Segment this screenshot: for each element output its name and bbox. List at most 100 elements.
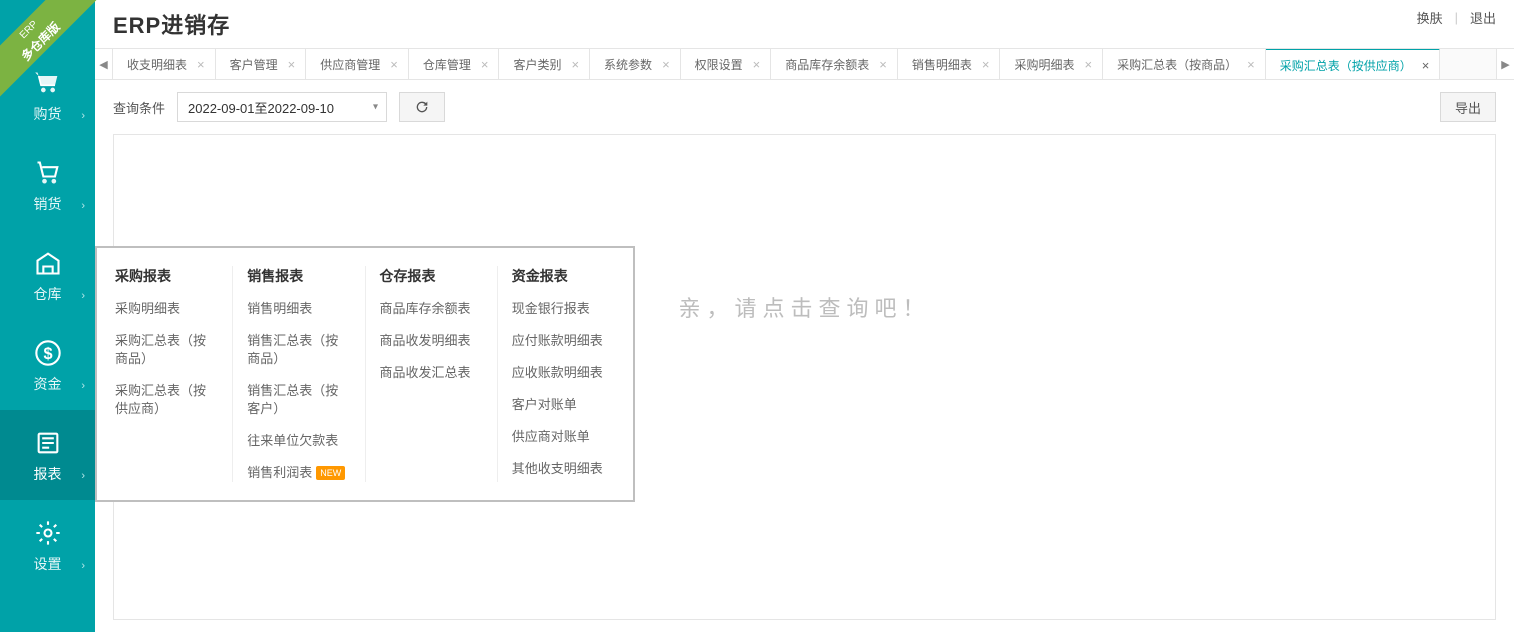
chevron-right-icon: ›: [81, 110, 85, 122]
tab-2[interactable]: 供应商管理×: [306, 49, 409, 79]
tab-label: 采购汇总表（按商品）: [1117, 56, 1237, 73]
tab-8[interactable]: 销售明细表 ×: [898, 49, 1001, 79]
sidebar-item-warehouse[interactable]: 仓库 ›: [0, 230, 95, 320]
date-range-picker[interactable]: 2022-09-01至2022-09-10 ▾: [177, 92, 387, 122]
flyout-item[interactable]: 销售汇总表（按客户）: [247, 382, 350, 418]
flyout-item-label: 应收账款明细表: [512, 364, 603, 382]
topbar: ERP进销存 换肤 | 退出: [95, 0, 1514, 48]
tab-5[interactable]: 系统参数×: [590, 49, 681, 79]
flyout-title: 仓存报表: [380, 266, 483, 286]
flyout-item[interactable]: 其他收支明细表: [512, 460, 615, 478]
tab-9[interactable]: 采购明细表×: [1000, 49, 1103, 79]
close-icon[interactable]: ×: [1085, 58, 1093, 71]
flyout-item[interactable]: 往来单位欠款表: [247, 432, 350, 450]
close-icon[interactable]: ×: [571, 58, 579, 71]
tab-11[interactable]: 采购汇总表（按供应商） ×: [1266, 49, 1441, 79]
close-icon[interactable]: ×: [481, 58, 489, 71]
sidebar-item-label: 资金: [34, 374, 62, 394]
sidebar-item-settings[interactable]: 设置 ›: [0, 500, 95, 590]
query-label: 查询条件: [113, 98, 165, 117]
export-button[interactable]: 导出: [1440, 92, 1496, 122]
separator: |: [1455, 10, 1458, 25]
skin-link[interactable]: 换肤: [1417, 8, 1443, 27]
flyout-column: 仓存报表商品库存余额表商品收发明细表商品收发汇总表: [365, 266, 497, 482]
flyout-item[interactable]: 销售汇总表（按商品）: [247, 332, 350, 368]
tab-label: 客户管理: [230, 56, 278, 73]
sidebar-item-reports[interactable]: 报表 ›: [0, 410, 95, 500]
flyout-item[interactable]: 现金银行报表: [512, 300, 615, 318]
tab-label: 销售明细表: [912, 56, 972, 73]
flyout-item-label: 销售汇总表（按客户）: [247, 382, 350, 418]
tab-0[interactable]: 收支明细表 ×: [113, 49, 216, 79]
close-icon[interactable]: ×: [1247, 58, 1255, 71]
tab-scroll-right[interactable]: ▶: [1496, 49, 1514, 79]
tab-label: 收支明细表: [127, 56, 187, 73]
close-icon[interactable]: ×: [879, 58, 887, 71]
flyout-item-label: 供应商对账单: [512, 428, 590, 446]
tab-label: 商品库存余额表: [785, 56, 869, 73]
dolly-icon: [31, 156, 65, 190]
flyout-item[interactable]: 商品库存余额表: [380, 300, 483, 318]
flyout-item[interactable]: 采购汇总表（按商品）: [115, 332, 218, 368]
flyout-item-label: 采购汇总表（按商品）: [115, 332, 218, 368]
top-actions: 换肤 | 退出: [1417, 8, 1496, 27]
flyout-item-label: 其他收支明细表: [512, 460, 603, 478]
close-icon[interactable]: ×: [390, 58, 398, 71]
sidebar-item-sales[interactable]: 销货 ›: [0, 140, 95, 230]
flyout-item-label: 客户对账单: [512, 396, 577, 414]
flyout-item-label: 往来单位欠款表: [247, 432, 338, 450]
flyout-item[interactable]: 采购明细表: [115, 300, 218, 318]
flyout-item[interactable]: 采购汇总表（按供应商）: [115, 382, 218, 418]
tab-label: 客户类别: [513, 56, 561, 73]
chevron-right-icon: ›: [81, 470, 85, 482]
flyout-item-label: 商品收发汇总表: [380, 364, 471, 382]
flyout-item[interactable]: 销售利润表 NEW: [247, 464, 350, 482]
sidebar-item-funds[interactable]: $ 资金 ›: [0, 320, 95, 410]
flyout-column: 采购报表采购明细表采购汇总表（按商品） 采购汇总表（按供应商）: [101, 266, 232, 482]
flyout-item-label: 销售汇总表（按商品）: [247, 332, 350, 368]
tab-4[interactable]: 客户类别 ×: [499, 49, 590, 79]
logout-link[interactable]: 退出: [1470, 8, 1496, 27]
date-range-value: 2022-09-01至2022-09-10: [188, 98, 334, 117]
tab-label: 采购汇总表（按供应商）: [1280, 57, 1412, 74]
flyout-item[interactable]: 供应商对账单: [512, 428, 615, 446]
dollar-icon: $: [31, 336, 65, 370]
report-flyout: 采购报表采购明细表采购汇总表（按商品） 采购汇总表（按供应商） 销售报表销售明细表销…: [95, 246, 635, 502]
new-badge: NEW: [316, 466, 345, 480]
flyout-title: 销售报表: [247, 266, 350, 286]
warehouse-icon: [31, 246, 65, 280]
tab-7[interactable]: 商品库存余额表 ×: [771, 49, 898, 79]
flyout-item-label: 销售利润表: [247, 464, 312, 482]
flyout-item-label: 采购明细表: [115, 300, 180, 318]
flyout-item[interactable]: 销售明细表: [247, 300, 350, 318]
tab-3[interactable]: 仓库管理×: [409, 49, 500, 79]
flyout-title: 采购报表: [115, 266, 218, 286]
refresh-icon: [414, 99, 430, 115]
flyout-item-label: 现金银行报表: [512, 300, 590, 318]
sidebar-item-label: 设置: [34, 554, 62, 574]
close-icon[interactable]: ×: [288, 58, 296, 71]
chevron-right-icon: ›: [81, 200, 85, 212]
close-icon[interactable]: ×: [197, 58, 205, 71]
placeholder-hint: 亲，请点击查询吧！: [678, 291, 930, 323]
flyout-item-label: 商品收发明细表: [380, 332, 471, 350]
report-icon: [31, 426, 65, 460]
flyout-item[interactable]: 商品收发汇总表: [380, 364, 483, 382]
flyout-item[interactable]: 客户对账单: [512, 396, 615, 414]
sidebar-item-label: 报表: [34, 464, 62, 484]
close-icon[interactable]: ×: [753, 58, 761, 71]
close-icon[interactable]: ×: [1422, 59, 1430, 72]
close-icon[interactable]: ×: [662, 58, 670, 71]
tab-6[interactable]: 权限设置×: [681, 49, 772, 79]
close-icon[interactable]: ×: [982, 58, 990, 71]
refresh-button[interactable]: [399, 92, 445, 122]
toolbar: 查询条件 2022-09-01至2022-09-10 ▾ 导出: [95, 80, 1514, 134]
flyout-item[interactable]: 应收账款明细表: [512, 364, 615, 382]
flyout-item-label: 应付账款明细表: [512, 332, 603, 350]
tabs-row: ◀ 收支明细表×客户管理×供应商管理×仓库管理×客户类别×系统参数×权限设置×商…: [95, 48, 1514, 80]
tab-10[interactable]: 采购汇总表（按商品） ×: [1103, 49, 1266, 79]
chevron-right-icon: ›: [81, 560, 85, 572]
flyout-item[interactable]: 商品收发明细表: [380, 332, 483, 350]
tab-1[interactable]: 客户管理 ×: [216, 49, 307, 79]
flyout-item[interactable]: 应付账款明细表: [512, 332, 615, 350]
